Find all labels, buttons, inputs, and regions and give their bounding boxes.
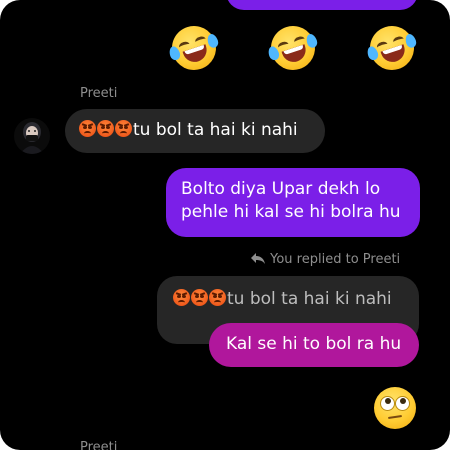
angry-face-icon [173, 289, 190, 306]
incoming-message-bubble[interactable]: tu bol ta hai ki nahi [65, 109, 325, 153]
angry-face-icon [115, 120, 132, 137]
sender-name-bottom: Preeti [80, 440, 118, 450]
avatar[interactable] [14, 118, 50, 154]
outgoing-message-line-2: pehle hi kal se hi bolra hu [181, 202, 401, 222]
reply-arrow-icon [251, 253, 265, 264]
incoming-message-text: tu bol ta hai ki nahi [133, 120, 298, 140]
outgoing-message-bubble[interactable]: Bolto diya Upar dekh lo pehle hi kal se … [166, 168, 420, 237]
reply-message-bubble[interactable]: Kal se hi to bol ra hu [209, 323, 419, 367]
avatar-person-icon [20, 122, 44, 154]
outgoing-message-line-1: Bolto diya Upar dekh lo [181, 179, 381, 199]
sender-name: Preeti [80, 86, 118, 101]
reply-header: You replied to Preeti [250, 252, 400, 267]
angry-face-icon [97, 120, 114, 137]
reply-header-text: You replied to Preeti [270, 252, 401, 267]
angry-face-icon [209, 289, 226, 306]
laugh-emoji-row[interactable] [166, 20, 420, 76]
angry-face-icon [191, 289, 208, 306]
chat-thread: Preeti tu bol ta hai ki nahi Bolto diya … [0, 0, 450, 450]
previous-message-bubble[interactable] [226, 0, 418, 10]
face-with-tears-of-joy-icon [265, 20, 321, 76]
angry-face-icon [79, 120, 96, 137]
face-with-rolling-eyes-icon[interactable] [374, 387, 416, 429]
face-with-tears-of-joy-icon [166, 20, 222, 76]
quoted-message-text: tu bol ta hai ki nahi [227, 289, 392, 309]
face-with-tears-of-joy-icon [364, 20, 420, 76]
reply-message-text: Kal se hi to bol ra hu [226, 334, 402, 354]
